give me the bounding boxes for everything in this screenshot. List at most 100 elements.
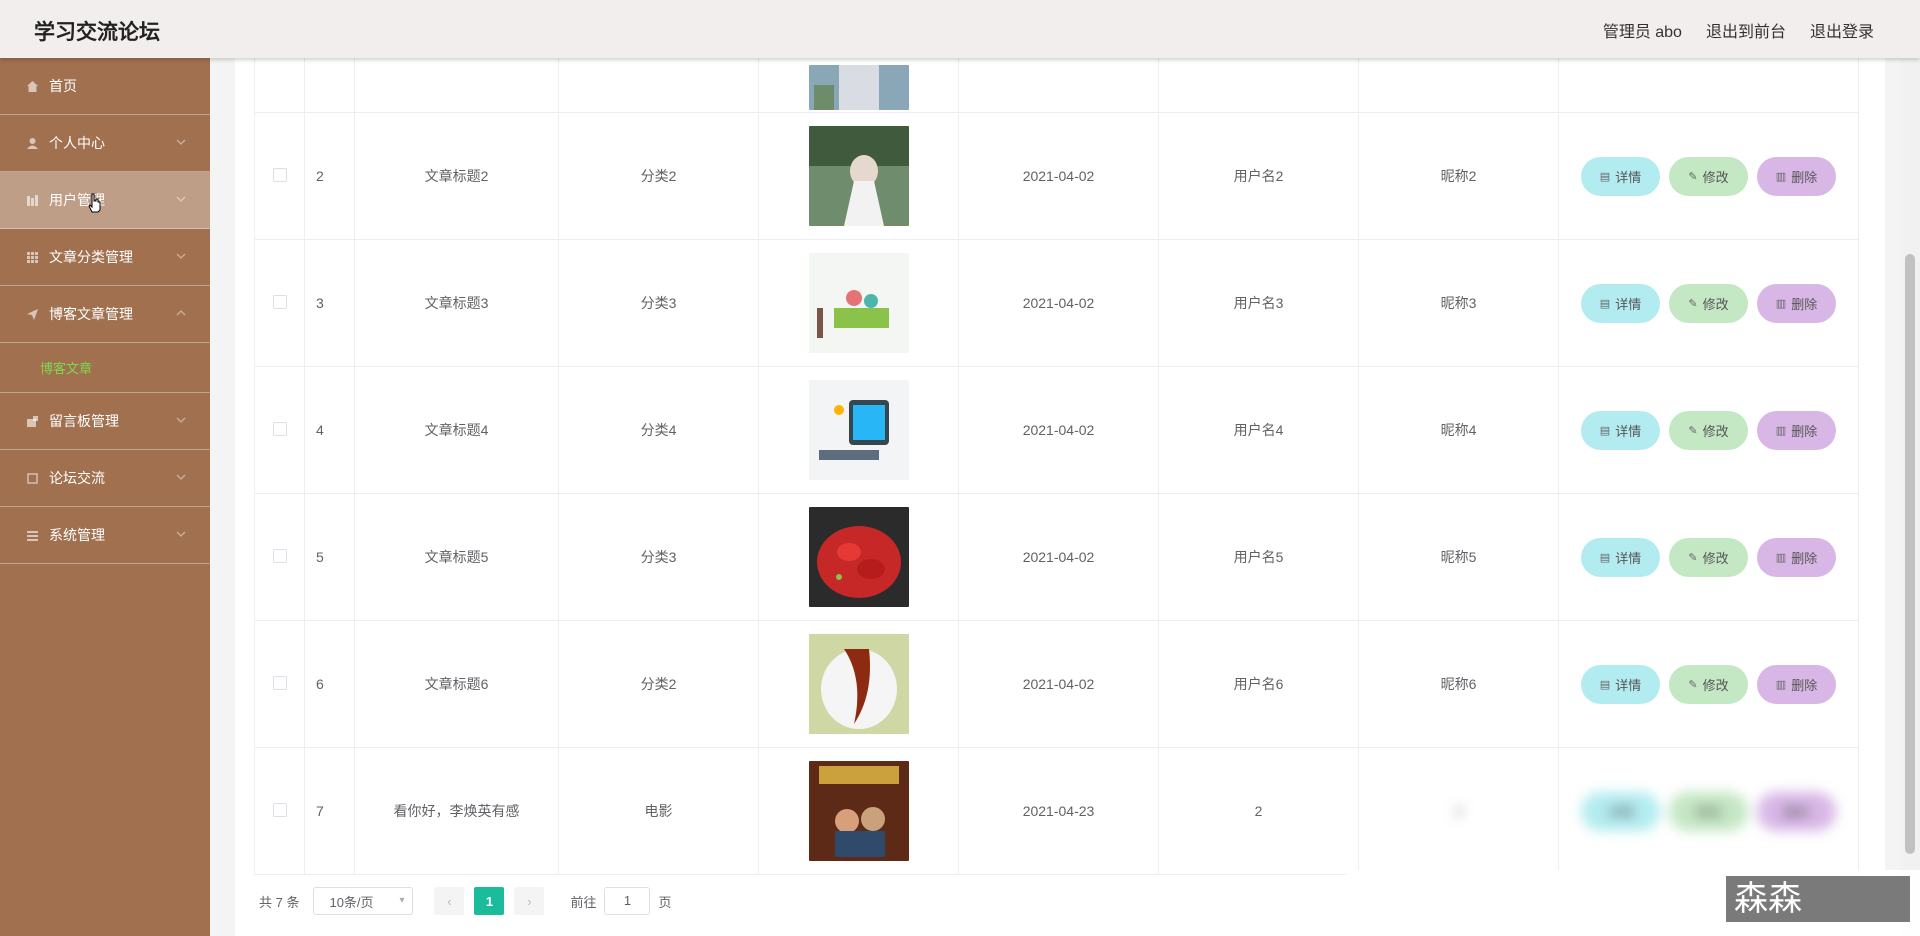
article-date: 2021-04-23 [958, 747, 1159, 875]
sidebar-item-label: 论坛交流 [49, 470, 105, 486]
article-username: 用户名3 [1158, 239, 1359, 367]
edit-button[interactable]: ✎ 修改 [1669, 156, 1748, 196]
row-index: 3 [304, 239, 355, 367]
exit-to-front-link[interactable]: 退出到前台 [1706, 18, 1786, 42]
row-checkbox[interactable] [272, 421, 287, 436]
detail-label: 详情 [1607, 804, 1634, 820]
detail-label: 详情 [1615, 169, 1642, 185]
edit-button[interactable]: ✎ 修改 [1669, 410, 1748, 450]
edit-button[interactable]: ✎ 修改 [1669, 537, 1748, 577]
article-nickname: 2 [1358, 747, 1559, 875]
delete-label: 删除 [1791, 296, 1818, 312]
pencil-icon: ✎ [1688, 297, 1698, 310]
detail-label: 详情 [1615, 296, 1642, 312]
total-count: 共 7 条 [259, 894, 300, 910]
delete-button[interactable]: ▥ 删除 [1757, 410, 1836, 450]
article-nickname: 昵称6 [1358, 620, 1559, 748]
row-checkbox[interactable] [272, 675, 287, 690]
page-number-current[interactable]: 1 [474, 887, 505, 915]
detail-button[interactable]: ▤ 详情 [1581, 156, 1660, 196]
article-thumbnail [808, 65, 909, 110]
article-date: 2021-04-02 [958, 493, 1159, 621]
article-date: 2021-04-02 [958, 239, 1159, 367]
row-checkbox[interactable] [272, 802, 287, 817]
document-icon: ▤ [1599, 297, 1611, 310]
header-actions: 管理员 abo 退出到前台 退出登录 [1603, 18, 1874, 42]
goto-page-input[interactable]: 1 [604, 887, 651, 915]
delete-button[interactable]: ▥ 删除 [1757, 537, 1836, 577]
delete-button[interactable]: ▥ 删除 [1757, 283, 1836, 323]
sidebar-item-category-management[interactable]: 文章分类管理 [0, 229, 210, 286]
page-suffix: 页 [658, 894, 672, 910]
forum-icon [25, 471, 39, 485]
top-header: 学习交流论坛 管理员 abo 退出到前台 退出登录 [0, 0, 1920, 58]
detail-button[interactable]: 详情 [1581, 791, 1660, 831]
row-checkbox[interactable] [272, 167, 287, 182]
delete-label: 删除 [1791, 169, 1818, 185]
detail-label: 详情 [1615, 677, 1642, 693]
detail-button[interactable]: ▤ 详情 [1581, 283, 1660, 323]
edit-button[interactable]: ✎ 修改 [1669, 283, 1748, 323]
delete-button[interactable]: ▥ 删除 [1757, 664, 1836, 704]
user-icon [25, 136, 39, 150]
row-checkbox[interactable] [272, 294, 287, 309]
chevron-down-icon [176, 472, 188, 484]
sidebar-item-home[interactable]: 首页 [0, 58, 210, 115]
edit-label: 修改 [1702, 677, 1729, 693]
pencil-icon: ✎ [1688, 678, 1698, 691]
article-date: 2021-04-02 [958, 366, 1159, 494]
sidebar-item-user-management[interactable]: 用户管理 [0, 172, 210, 229]
delete-button[interactable]: ▥ 删除 [1757, 156, 1836, 196]
article-category: 分类2 [558, 620, 759, 748]
trash-icon: ▥ [1775, 297, 1787, 310]
chevron-down-icon [176, 251, 188, 263]
sidebar-item-label: 文章分类管理 [49, 249, 133, 265]
sidebar-item-personal-center[interactable]: 个人中心 [0, 115, 210, 172]
prev-page-button[interactable]: ‹ [434, 887, 465, 915]
sidebar-item-label: 个人中心 [49, 135, 105, 151]
sidebar-item-forum[interactable]: 论坛交流 [0, 450, 210, 507]
sidebar-subitem-blog-articles[interactable]: 博客文章 [0, 343, 210, 393]
trash-icon: ▥ [1775, 551, 1787, 564]
pencil-icon: ✎ [1688, 170, 1698, 183]
next-page-button[interactable]: › [514, 887, 545, 915]
table-row: 2 文章标题2 分类2 2021-04-02 用户名2 昵称2 ▤ 详情 ✎ 修改 … [254, 112, 1859, 240]
message-icon [25, 414, 39, 428]
sidebar: 首页 个人中心 用户管理 文章分类管理 博客文章管理 博客文章 留言板管理 论坛… [0, 58, 210, 936]
vertical-scrollbar[interactable] [1900, 58, 1920, 936]
chevron-left-icon: ‹ [447, 893, 452, 909]
scrollbar-thumb[interactable] [1905, 254, 1915, 854]
article-category: 电影 [558, 747, 759, 875]
chevron-right-icon: › [527, 893, 532, 909]
detail-button[interactable]: ▤ 详情 [1581, 410, 1660, 450]
trash-icon: ▥ [1775, 170, 1787, 183]
sidebar-item-system-management[interactable]: 系统管理 [0, 507, 210, 564]
edit-button[interactable]: 修改 [1669, 791, 1748, 831]
chevron-up-icon [176, 308, 188, 320]
detail-button[interactable]: ▤ 详情 [1581, 537, 1660, 577]
article-nickname: 昵称3 [1358, 239, 1559, 367]
sidebar-item-message-board[interactable]: 留言板管理 [0, 393, 210, 450]
row-index: 2 [304, 112, 355, 240]
edit-label: 修改 [1702, 550, 1729, 566]
article-username: 用户名4 [1158, 366, 1359, 494]
detail-button[interactable]: ▤ 详情 [1581, 664, 1660, 704]
sidebar-item-blog-management[interactable]: 博客文章管理 [0, 286, 210, 343]
article-title: 看你好，李焕英有感 [354, 747, 559, 875]
detail-label: 详情 [1615, 550, 1642, 566]
page-size-select[interactable]: 10条/页 ▾ [313, 887, 414, 915]
hand-cursor-icon [88, 193, 101, 213]
row-index: 5 [304, 493, 355, 621]
row-checkbox[interactable] [272, 548, 287, 563]
edit-button[interactable]: ✎ 修改 [1669, 664, 1748, 704]
article-date: 2021-04-02 [958, 620, 1159, 748]
logout-link[interactable]: 退出登录 [1810, 18, 1874, 42]
table-row: 7 看你好，李焕英有感 电影 2021-04-23 2 2 详情 修改 删除 [254, 747, 1859, 875]
page-size-value: 10条/页 [329, 894, 374, 910]
article-date: 2021-04-02 [958, 112, 1159, 240]
delete-button[interactable]: 删除 [1757, 791, 1836, 831]
document-icon: ▤ [1599, 170, 1611, 183]
sidebar-item-label: 首页 [49, 78, 77, 94]
article-thumbnail [808, 380, 909, 480]
sidebar-item-label: 博客文章管理 [49, 306, 133, 322]
